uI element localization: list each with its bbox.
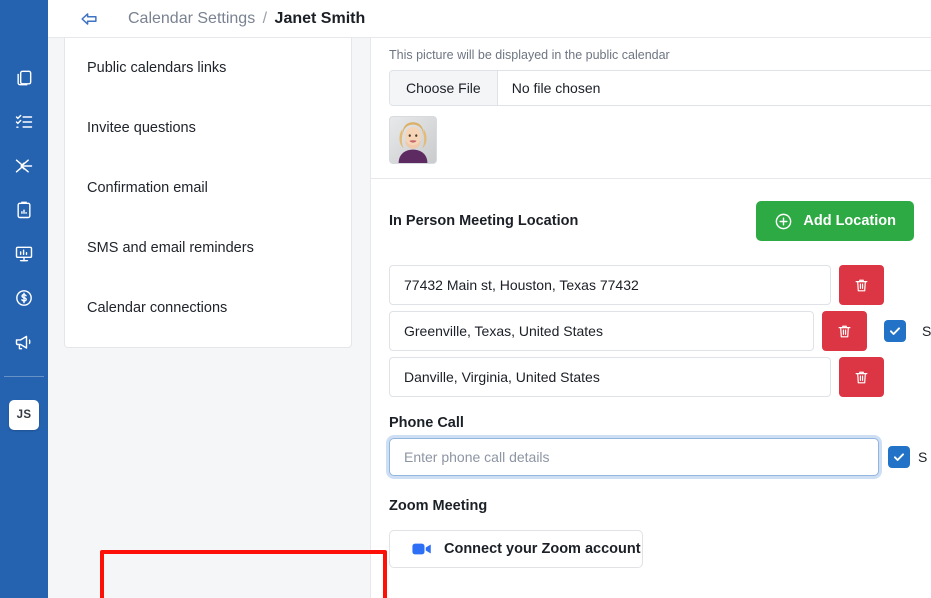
delete-location-button[interactable]: [839, 265, 884, 305]
page-body: Public calendars links Invitee questions…: [48, 38, 931, 598]
plus-circle-icon: [774, 212, 793, 231]
settings-panel: This picture will be displayed in the pu…: [370, 38, 931, 598]
picture-hint: This picture will be displayed in the pu…: [389, 48, 670, 62]
thumbnail-wrapper: [389, 106, 931, 178]
profile-photo-thumbnail: [389, 116, 437, 164]
breadcrumb-parent[interactable]: Calendar Settings: [128, 10, 255, 27]
phone-call-checkbox-label: S: [918, 449, 928, 465]
connect-zoom-account-button[interactable]: Connect your Zoom account: [389, 530, 643, 568]
location-checkbox-label: S: [922, 323, 931, 339]
location-input[interactable]: [389, 311, 815, 351]
phone-call-input[interactable]: [389, 438, 879, 476]
location-visibility-checkbox[interactable]: [884, 320, 907, 342]
left-icon-rail: JS: [0, 0, 48, 598]
breadcrumb: Calendar Settings / Janet Smith: [128, 10, 365, 28]
phone-call-section: Phone Call S: [389, 403, 931, 476]
location-input[interactable]: [389, 357, 831, 397]
sidebar-item-sms-and-email-reminders[interactable]: SMS and email reminders: [65, 218, 351, 278]
video-camera-icon: [412, 542, 432, 556]
rail-divider: [4, 376, 44, 377]
delete-location-button[interactable]: [822, 311, 868, 351]
dollar-circle-icon[interactable]: [0, 276, 48, 320]
sidebar-item-public-calendars-links[interactable]: Public calendars links: [65, 38, 351, 98]
back-arrow-icon[interactable]: [76, 6, 102, 32]
delete-location-button[interactable]: [839, 357, 884, 397]
subnav-label: Invitee questions: [87, 120, 196, 136]
sidebar-item-calendar-connections[interactable]: Calendar connections: [65, 278, 351, 338]
settings-subnav: Public calendars links Invitee questions…: [64, 38, 352, 348]
checklist-icon[interactable]: [0, 100, 48, 144]
file-name-text: No file chosen: [511, 80, 601, 96]
zoom-meeting-label: Zoom Meeting: [389, 498, 488, 514]
in-person-title: In Person Meeting Location: [389, 213, 579, 229]
subnav-label: Public calendars links: [87, 60, 227, 76]
sidebar-item-invitee-questions[interactable]: Invitee questions: [65, 98, 351, 158]
trash-icon: [836, 323, 853, 340]
page-header: Calendar Settings / Janet Smith: [48, 0, 931, 38]
breadcrumb-current: Janet Smith: [274, 9, 366, 27]
trash-icon: [853, 277, 870, 294]
location-row: S: [389, 311, 931, 351]
zoom-meeting-section: Zoom Meeting Connect your Zoom account: [389, 476, 931, 568]
connect-zoom-label: Connect your Zoom account: [444, 541, 641, 557]
add-location-button[interactable]: Add Location: [756, 201, 914, 241]
location-list: S: [389, 241, 931, 397]
location-row: [389, 357, 931, 397]
presentation-board-icon[interactable]: [0, 232, 48, 276]
file-upload-control[interactable]: Choose File No file chosen: [389, 70, 931, 106]
pages-copy-icon[interactable]: [0, 56, 48, 100]
app-root: JS Calendar Settings / Janet Smith Publi…: [0, 0, 931, 598]
trash-icon: [853, 369, 870, 386]
add-location-label: Add Location: [803, 213, 896, 229]
phone-call-label: Phone Call: [389, 415, 464, 431]
in-person-section-header: In Person Meeting Location Add Location: [389, 179, 931, 241]
location-row: [389, 265, 931, 305]
subnav-label: SMS and email reminders: [87, 240, 254, 256]
subnav-label: Confirmation email: [87, 180, 208, 196]
sidebar-item-confirmation-email[interactable]: Confirmation email: [65, 158, 351, 218]
location-input[interactable]: [389, 265, 831, 305]
choose-file-button[interactable]: Choose File: [390, 71, 498, 105]
megaphone-icon[interactable]: [0, 320, 48, 364]
phone-call-visibility-checkbox[interactable]: [888, 446, 910, 468]
arrow-merge-icon[interactable]: [0, 144, 48, 188]
subnav-label: Calendar connections: [87, 300, 228, 316]
avatar[interactable]: JS: [9, 400, 39, 430]
clipboard-chart-icon[interactable]: [0, 188, 48, 232]
phone-call-row: S: [389, 438, 931, 476]
zoom-section-annotation-box: [100, 550, 387, 598]
breadcrumb-separator: /: [262, 9, 268, 27]
